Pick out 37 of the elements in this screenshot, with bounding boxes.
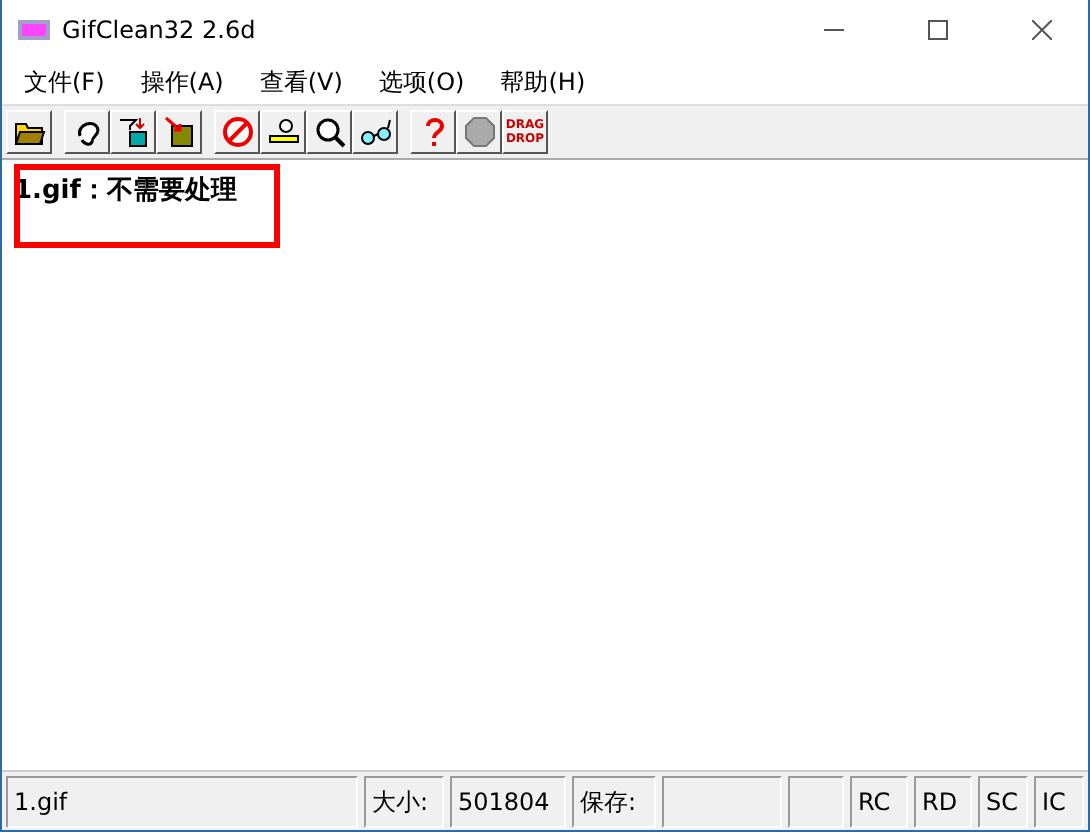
status-pane: 501804 — [450, 776, 566, 828]
maximize-icon[interactable] — [928, 20, 948, 40]
status-pane — [662, 776, 782, 828]
status-pane: 大小: — [364, 776, 444, 828]
toolbar-button[interactable] — [456, 110, 502, 154]
toolbar-button[interactable] — [306, 110, 352, 154]
filter-icon — [117, 116, 149, 148]
magnifier-icon — [313, 116, 345, 148]
menu-item[interactable]: 选项(O) — [360, 61, 483, 103]
menu-item[interactable]: 操作(A) — [122, 61, 242, 103]
status-pane: SC — [978, 776, 1028, 828]
forbidden-icon — [221, 116, 253, 148]
close-icon[interactable] — [1032, 20, 1052, 40]
app-logo-icon — [18, 20, 50, 40]
status-pane: 1.gif — [6, 776, 358, 828]
disk-arrow-icon — [163, 116, 195, 148]
status-pane: RC — [850, 776, 908, 828]
toolbar-button[interactable] — [156, 110, 202, 154]
status-pane: 保存: — [572, 776, 656, 828]
status-pane: IC — [1034, 776, 1084, 828]
window-title: GifClean32 2.6d — [62, 16, 258, 44]
toolbar-button[interactable] — [214, 110, 260, 154]
status-pane: RD — [914, 776, 972, 828]
menu-item[interactable]: 帮助(H) — [482, 61, 604, 103]
toolbar-button[interactable] — [410, 110, 456, 154]
log-line: 1.gif：不需要处理 — [14, 174, 239, 208]
stop-sign-icon — [463, 116, 495, 148]
toolbar-button[interactable] — [260, 110, 306, 154]
toolbar-button[interactable] — [6, 110, 52, 154]
toolbar-button[interactable] — [64, 110, 110, 154]
toolbar-button[interactable] — [352, 110, 398, 154]
status-pane — [788, 776, 844, 828]
glasses-icon — [359, 116, 391, 148]
person-ruler-icon — [267, 116, 299, 148]
menu-item[interactable]: 文件(F) — [6, 61, 123, 103]
toolbar-button[interactable] — [110, 110, 156, 154]
menu-item[interactable]: 查看(V) — [241, 61, 361, 103]
